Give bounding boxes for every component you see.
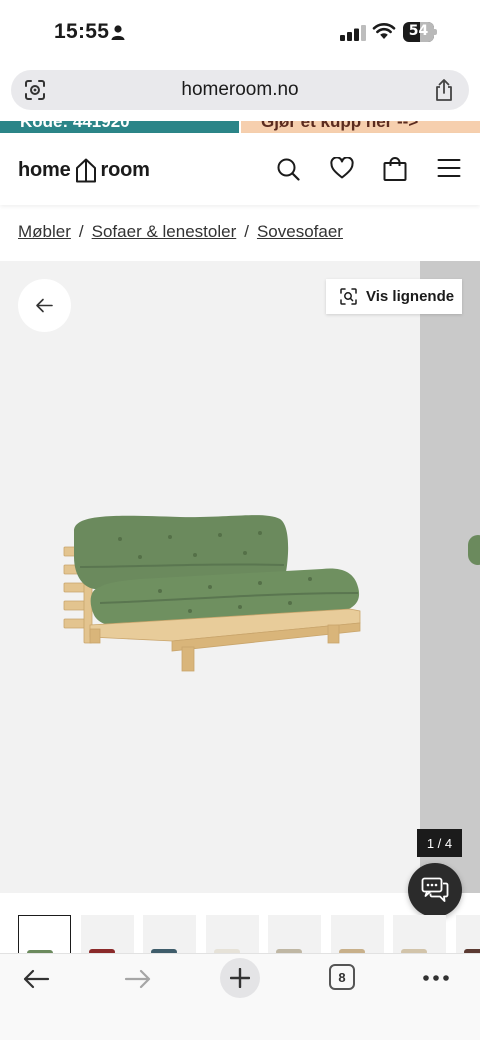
- promo-deal-banner[interactable]: Gjør et kupp her -->: [241, 121, 480, 133]
- promo-banner[interactable]: Kode: 441920 Gjør et kupp her -->: [0, 121, 480, 133]
- breadcrumb-separator: /: [244, 222, 249, 241]
- search-icon[interactable]: [276, 157, 300, 181]
- heart-icon[interactable]: [330, 157, 354, 179]
- thumbnail-5[interactable]: [268, 915, 321, 953]
- thumbnail-4[interactable]: [205, 915, 259, 953]
- visual-search-icon: [340, 288, 357, 305]
- tab-switcher-button[interactable]: 8: [329, 964, 355, 990]
- plus-icon: [230, 968, 250, 988]
- chat-button[interactable]: [408, 863, 462, 917]
- thumbnail-3[interactable]: [143, 915, 196, 953]
- breadcrumb-separator: /: [78, 222, 84, 241]
- status-bar: 15:55 54: [0, 0, 480, 64]
- battery-indicator: 54: [403, 22, 437, 42]
- logo-text-home: home: [18, 158, 71, 181]
- visual-search-label: Vis lignende: [366, 288, 455, 305]
- url-text[interactable]: homeroom.no: [11, 79, 469, 101]
- promo-code-text: Kode: 441920: [20, 121, 130, 131]
- person-icon: [111, 25, 125, 40]
- chat-icon: [421, 877, 449, 902]
- breadcrumb-sofaer[interactable]: Sofaer & lenestoler: [92, 222, 237, 241]
- logo-text-room: room: [100, 158, 150, 181]
- battery-percent: 54: [408, 23, 429, 39]
- thumbnail-8[interactable]: [455, 915, 480, 953]
- arrow-left-icon: [36, 298, 53, 313]
- signal-icon: [340, 25, 366, 41]
- status-time: 15:55: [54, 20, 110, 43]
- site-header: home room: [0, 133, 480, 205]
- menu-icon[interactable]: [437, 157, 461, 179]
- bag-icon[interactable]: [383, 157, 407, 181]
- new-tab-button[interactable]: [220, 958, 260, 998]
- address-bar[interactable]: homeroom.no: [11, 70, 469, 110]
- image-counter: 1 / 4: [417, 829, 462, 857]
- house-icon: [75, 158, 96, 183]
- promo-deal-text: Gjør et kupp her -->: [261, 121, 419, 131]
- back-button[interactable]: [18, 279, 71, 332]
- thumbnail-2[interactable]: [80, 915, 134, 953]
- sofa-image: [63, 515, 361, 672]
- next-slide-preview[interactable]: [420, 261, 480, 893]
- thumbnail-1[interactable]: [18, 915, 71, 953]
- browser-toolbar: 8: [0, 953, 480, 1040]
- share-icon[interactable]: [434, 78, 454, 102]
- breadcrumb-sovesofaer[interactable]: Sovesofaer: [257, 222, 343, 241]
- visual-search-button[interactable]: Vis lignende: [326, 279, 462, 314]
- breadcrumb: Møbler / Sofaer & lenestoler / Sovesofaer: [18, 222, 343, 242]
- more-options-icon[interactable]: [422, 974, 450, 982]
- thumbnail-6[interactable]: [330, 915, 384, 953]
- forward-arrow-icon[interactable]: [124, 968, 152, 990]
- back-arrow-icon[interactable]: [22, 968, 50, 990]
- logo[interactable]: home room: [18, 157, 150, 183]
- battery-cap: [434, 29, 437, 35]
- thumbnail-strip[interactable]: [0, 913, 480, 953]
- thumbnail-7[interactable]: [393, 915, 446, 953]
- next-product-image: [468, 535, 480, 565]
- wifi-icon: [372, 23, 396, 39]
- promo-code-banner[interactable]: Kode: 441920: [0, 121, 239, 133]
- product-gallery[interactable]: Vis lignende 1 / 4: [0, 261, 480, 893]
- breadcrumb-mobler[interactable]: Møbler: [18, 222, 71, 241]
